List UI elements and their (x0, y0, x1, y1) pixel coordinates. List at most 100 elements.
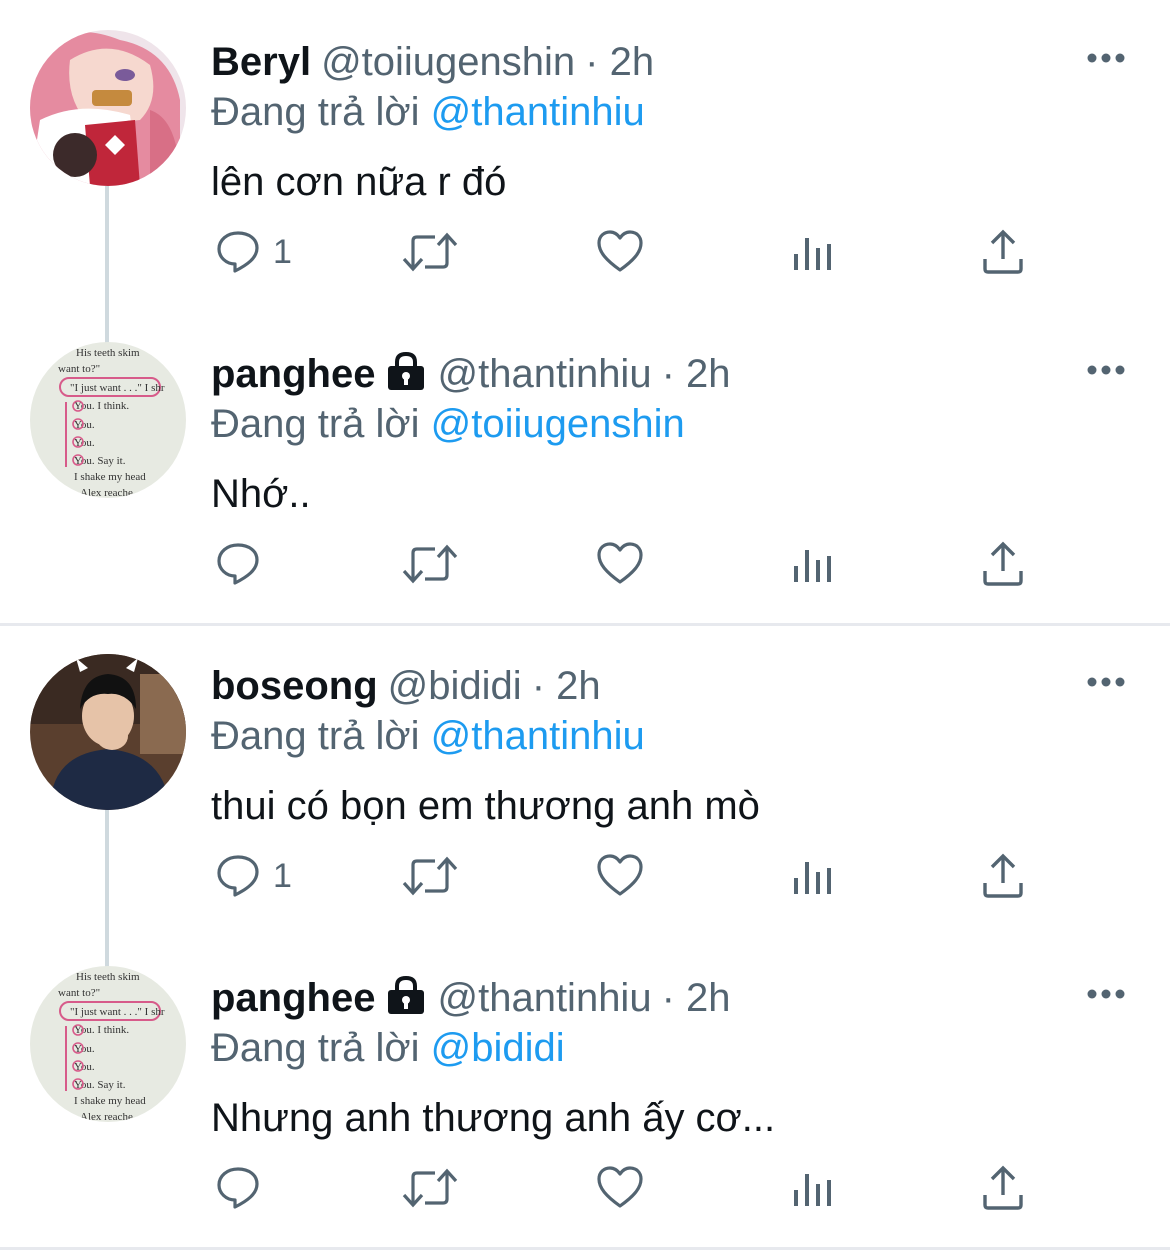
share-button[interactable] (981, 846, 1025, 906)
timestamp[interactable]: · 2h (585, 40, 654, 84)
share-button[interactable] (981, 534, 1025, 594)
avatar-book-line: want to?" (58, 987, 100, 999)
share-icon (983, 1165, 1023, 1210)
avatar[interactable]: His teeth skim want to?" "I just want . … (30, 342, 186, 498)
views-icon (794, 1174, 831, 1206)
avatar-book-line: His teeth skim (76, 347, 140, 359)
like-button[interactable] (596, 1158, 644, 1218)
reply-button[interactable] (215, 534, 273, 594)
conversation-divider (0, 623, 1170, 626)
views-button[interactable] (791, 534, 835, 594)
share-button[interactable] (981, 222, 1025, 282)
action-bar (211, 1158, 1091, 1218)
more-options-button[interactable] (1086, 980, 1126, 1008)
lock-icon (385, 975, 427, 1026)
retweet-icon (402, 1168, 458, 1208)
user-handle[interactable]: @thantinhiu (437, 352, 651, 396)
share-button[interactable] (981, 1158, 1025, 1218)
reply-count: 1 (273, 232, 292, 271)
tweet-text: lên cơn nữa r đó (211, 160, 507, 204)
reply-button[interactable]: 1 (215, 222, 292, 282)
reply-context: Đang trả lời @thantinhiu (211, 712, 645, 760)
action-bar (211, 534, 1091, 594)
action-bar: 1 (211, 846, 1091, 906)
like-button[interactable] (596, 846, 644, 906)
more-options-button[interactable] (1086, 44, 1126, 72)
mention-link[interactable]: @thantinhiu (431, 90, 645, 134)
views-button[interactable] (791, 846, 835, 906)
avatar-book-line: I shake my head (74, 471, 146, 483)
like-icon (597, 542, 643, 584)
like-icon (597, 1166, 643, 1208)
mention-link[interactable]: @bididi (431, 1026, 565, 1070)
tweet-header: panghee @thantinhiu · 2h (211, 350, 731, 402)
like-button[interactable] (596, 534, 644, 594)
reply-icon (217, 1167, 259, 1209)
user-handle[interactable]: @thantinhiu (437, 976, 651, 1020)
share-icon (983, 541, 1023, 586)
user-handle[interactable]: @bididi (388, 664, 522, 708)
tweet-header: Beryl @toiiugenshin · 2h (211, 38, 654, 86)
display-name[interactable]: panghee (211, 976, 375, 1020)
conversation-divider (0, 1247, 1170, 1250)
avatar-book-line: His teeth skim (76, 971, 140, 983)
timestamp[interactable]: · 2h (532, 664, 601, 708)
avatar-book-line: Alex reache (80, 487, 133, 498)
action-bar: 1 (211, 222, 1091, 282)
retweet-button[interactable] (401, 534, 459, 594)
reply-icon (217, 543, 259, 585)
mention-link[interactable]: @thantinhiu (431, 714, 645, 758)
reply-icon (217, 855, 259, 897)
tweet-header: panghee @thantinhiu · 2h (211, 974, 731, 1026)
lock-icon (385, 351, 427, 402)
reply-button[interactable] (215, 1158, 273, 1218)
reply-prefix: Đang trả lời (211, 1026, 420, 1070)
thread-line (105, 180, 109, 362)
more-icon (1087, 677, 1125, 687)
retweet-button[interactable] (401, 1158, 459, 1218)
retweet-icon (402, 544, 458, 584)
avatar[interactable] (30, 30, 186, 186)
display-name[interactable]: Beryl (211, 40, 311, 84)
like-button[interactable] (596, 222, 644, 282)
tweet-text: thui có bọn em thương anh mò (211, 784, 760, 828)
views-button[interactable] (791, 222, 835, 282)
display-name[interactable]: boseong (211, 664, 378, 708)
tweet-text: Nhớ.. (211, 472, 311, 516)
like-icon (597, 230, 643, 272)
reply-button[interactable]: 1 (215, 846, 292, 906)
avatar[interactable] (30, 654, 186, 810)
timestamp[interactable]: · 2h (662, 352, 731, 396)
more-options-button[interactable] (1086, 356, 1126, 384)
reply-context: Đang trả lời @toiiugenshin (211, 400, 685, 448)
display-name[interactable]: panghee (211, 352, 375, 396)
views-button[interactable] (791, 1158, 835, 1218)
share-icon (983, 229, 1023, 274)
mention-link[interactable]: @toiiugenshin (431, 402, 685, 446)
reply-icon (217, 231, 259, 273)
more-options-button[interactable] (1086, 668, 1126, 696)
reply-prefix: Đang trả lời (211, 402, 420, 446)
more-icon (1087, 365, 1125, 375)
tweet-text: Nhưng anh thương anh ấy cơ... (211, 1096, 776, 1140)
share-icon (983, 853, 1023, 898)
retweet-icon (402, 232, 458, 272)
timestamp[interactable]: · 2h (662, 976, 731, 1020)
reply-prefix: Đang trả lời (211, 714, 420, 758)
retweet-button[interactable] (401, 846, 459, 906)
tweet-header: boseong @bididi · 2h (211, 662, 601, 710)
more-icon (1087, 989, 1125, 999)
more-icon (1087, 53, 1125, 63)
thread-line (105, 804, 109, 986)
avatar-book-line: "I just want . . ." I shr (70, 1006, 165, 1018)
reply-count: 1 (273, 856, 292, 895)
retweet-icon (402, 856, 458, 896)
like-icon (597, 854, 643, 896)
views-icon (794, 238, 831, 270)
avatar-book-line: Alex reache (80, 1111, 133, 1122)
retweet-button[interactable] (401, 222, 459, 282)
avatar[interactable]: His teeth skim want to?" "I just want . … (30, 966, 186, 1122)
user-handle[interactable]: @toiiugenshin (321, 40, 575, 84)
avatar-book-line: I shake my head (74, 1095, 146, 1107)
views-icon (794, 550, 831, 582)
